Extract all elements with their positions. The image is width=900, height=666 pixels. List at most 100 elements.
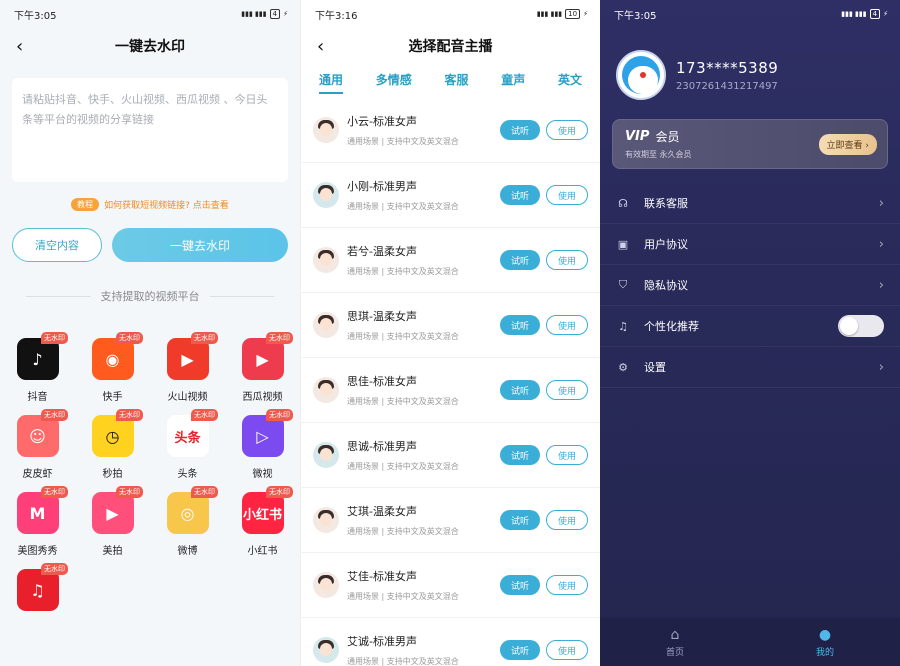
page-title: 选择配音主播 [408, 39, 493, 55]
platform-icon[interactable]: ▶ [91, 492, 134, 534]
vip-title: 会员 [655, 130, 680, 144]
tab-2[interactable]: 客服 [444, 71, 468, 88]
page-title: 一键去水印 [115, 39, 185, 55]
menu-item[interactable]: ⛉ 隐私协议 › [600, 265, 900, 306]
platform-item[interactable]: 头条 无水印 头条 [150, 409, 225, 480]
preview-button[interactable]: 试听 [500, 640, 540, 660]
preview-button[interactable]: 试听 [500, 380, 540, 400]
share-link-input[interactable]: 请粘贴抖音、快手、火山视频、西瓜视频 、今日头条等平台的视频的分享链接 [12, 78, 288, 182]
platform-icon[interactable]: ◎ [166, 492, 209, 534]
headset-icon: ☊ [618, 196, 628, 210]
voice-row[interactable]: 艾佳-标准女声 通用场景 | 支持中文及英文混合 试听 使用 [301, 553, 600, 618]
voice-avatar [313, 572, 339, 598]
use-button[interactable]: 使用 [546, 380, 588, 400]
vip-card[interactable]: VIP 会员 有效期至 永久会员 立即查看 › [612, 119, 888, 169]
voice-row[interactable]: 若兮-温柔女声 通用场景 | 支持中文及英文混合 试听 使用 [301, 228, 600, 293]
tutorial-link[interactable]: 教程 如何获取短视频链接? 点击查看 [0, 198, 300, 211]
platform-icon[interactable]: ♫ [16, 569, 59, 611]
tutorial-text[interactable]: 如何获取短视频链接? 点击查看 [104, 198, 229, 211]
use-button[interactable]: 使用 [546, 120, 588, 140]
platform-icon[interactable]: ☺ [16, 415, 59, 457]
menu-item[interactable]: ♫ 个性化推荐 [600, 306, 900, 347]
preview-button[interactable]: 试听 [500, 250, 540, 270]
status-bar: 下午3:16 ▮▮▮ ▮▮▮ 10 ⚡ [301, 0, 600, 28]
chevron-right-icon: › [878, 195, 884, 211]
remove-watermark-button[interactable]: 一键去水印 [112, 228, 288, 262]
platform-icon[interactable]: ▶ [241, 338, 284, 380]
voice-info: 艾佳-标准女声 通用场景 | 支持中文及英文混合 [347, 568, 500, 602]
back-arrow-icon[interactable]: ‹ [16, 36, 23, 57]
user-id: 2307261431217497 [676, 80, 778, 92]
menu-item[interactable]: ▣ 用户协议 › [600, 224, 900, 265]
platform-item[interactable]: ◎ 无水印 微博 [150, 486, 225, 557]
avatar[interactable] [616, 50, 666, 100]
platform-item[interactable]: ▶ 无水印 美拍 [75, 486, 150, 557]
platform-item[interactable]: ♪ 无水印 抖音 [0, 332, 75, 403]
tab-1[interactable]: 多情感 [376, 71, 412, 88]
platform-icon[interactable]: ▶ [166, 338, 209, 380]
voice-row[interactable]: 艾琪-温柔女声 通用场景 | 支持中文及英文混合 试听 使用 [301, 488, 600, 553]
platform-icon[interactable]: 小红书 [241, 492, 284, 534]
voice-avatar [313, 312, 339, 338]
use-button[interactable]: 使用 [546, 640, 588, 660]
platform-icon[interactable]: ◷ [91, 415, 134, 457]
platform-grid: ♪ 无水印 抖音 ◉ 无水印 快手 ▶ 无水印 火山视频 ▶ 无水印 西瓜视频 ☺ 无水印 皮皮虾 ◷ 无水印秒… [0, 332, 300, 619]
voice-row[interactable]: 思诚-标准男声 通用场景 | 支持中文及英文混合 试听 使用 [301, 423, 600, 488]
voice-row[interactable]: 思佳-标准女声 通用场景 | 支持中文及英文混合 试听 使用 [301, 358, 600, 423]
preview-button[interactable]: 试听 [500, 510, 540, 530]
voice-info: 思佳-标准女声 通用场景 | 支持中文及英文混合 [347, 373, 500, 407]
voice-row[interactable]: 小云-标准女声 通用场景 | 支持中文及英文混合 试听 使用 [301, 98, 600, 163]
voice-row[interactable]: 艾诚-标准男声 通用场景 | 支持中文及英文混合 试听 使用 [301, 618, 600, 666]
vip-view-button[interactable]: 立即查看 › [818, 133, 877, 155]
no-watermark-badge: 无水印 [41, 409, 68, 421]
use-button[interactable]: 使用 [546, 250, 588, 270]
tab-4[interactable]: 英文 [558, 71, 582, 88]
status-bar: 下午3:05 ▮▮▮ ▮▮▮ 4 ⚡ [0, 0, 300, 28]
platform-icon[interactable]: M [16, 492, 59, 534]
use-button[interactable]: 使用 [546, 510, 588, 530]
platform-item[interactable]: ♫ 无水印 [0, 563, 75, 619]
platform-item[interactable]: ▶ 无水印 火山视频 [150, 332, 225, 403]
no-watermark-badge: 无水印 [191, 409, 218, 421]
preview-button[interactable]: 试听 [500, 120, 540, 140]
platform-item[interactable]: ◉ 无水印 快手 [75, 332, 150, 403]
menu-item[interactable]: ⚙ 设置 › [600, 347, 900, 388]
preview-button[interactable]: 试听 [500, 185, 540, 205]
platform-icon[interactable]: ▷ [241, 415, 284, 457]
voice-row[interactable]: 小刚-标准男声 通用场景 | 支持中文及英文混合 试听 使用 [301, 163, 600, 228]
platform-icon[interactable]: ◉ [91, 338, 134, 380]
use-button[interactable]: 使用 [546, 185, 588, 205]
nav-item[interactable]: ● 我的 [750, 618, 900, 666]
use-button[interactable]: 使用 [546, 315, 588, 335]
voice-name: 小云-标准女声 [347, 115, 417, 128]
nav-item[interactable]: ⌂ 首页 [600, 618, 750, 666]
menu-item[interactable]: ☊ 联系客服 › [600, 183, 900, 224]
tab-0[interactable]: 通用 [319, 71, 344, 94]
back-arrow-icon[interactable]: ‹ [317, 36, 324, 57]
chevron-right-icon: › [878, 359, 884, 375]
platform-item[interactable]: 小红书 无水印 小红书 [225, 486, 300, 557]
voice-name: 思琪-温柔女声 [347, 310, 417, 323]
platform-item[interactable]: ◷ 无水印 秒拍 [75, 409, 150, 480]
platform-item[interactable]: ▶ 无水印 西瓜视频 [225, 332, 300, 403]
preview-button[interactable]: 试听 [500, 445, 540, 465]
voice-row[interactable]: 思琪-温柔女声 通用场景 | 支持中文及英文混合 试听 使用 [301, 293, 600, 358]
use-button[interactable]: 使用 [546, 445, 588, 465]
platform-icon[interactable]: 头条 [166, 415, 209, 457]
platform-item[interactable]: ▷ 无水印 微视 [225, 409, 300, 480]
preview-button[interactable]: 试听 [500, 575, 540, 595]
platform-item[interactable]: ☺ 无水印 皮皮虾 [0, 409, 75, 480]
avatar-nose [640, 72, 646, 78]
voice-description: 通用场景 | 支持中文及英文混合 [347, 267, 459, 276]
platform-item[interactable]: M 无水印 美图秀秀 [0, 486, 75, 557]
no-watermark-badge: 无水印 [41, 563, 68, 575]
platform-icon[interactable]: ♪ [16, 338, 59, 380]
tab-3[interactable]: 童声 [501, 71, 525, 88]
preview-button[interactable]: 试听 [500, 315, 540, 335]
status-time: 下午3:05 [14, 10, 57, 22]
clear-content-button[interactable]: 清空内容 [12, 228, 102, 262]
recommend-toggle[interactable] [838, 315, 884, 337]
divider-line [26, 295, 91, 297]
voice-avatar [313, 637, 339, 663]
use-button[interactable]: 使用 [546, 575, 588, 595]
